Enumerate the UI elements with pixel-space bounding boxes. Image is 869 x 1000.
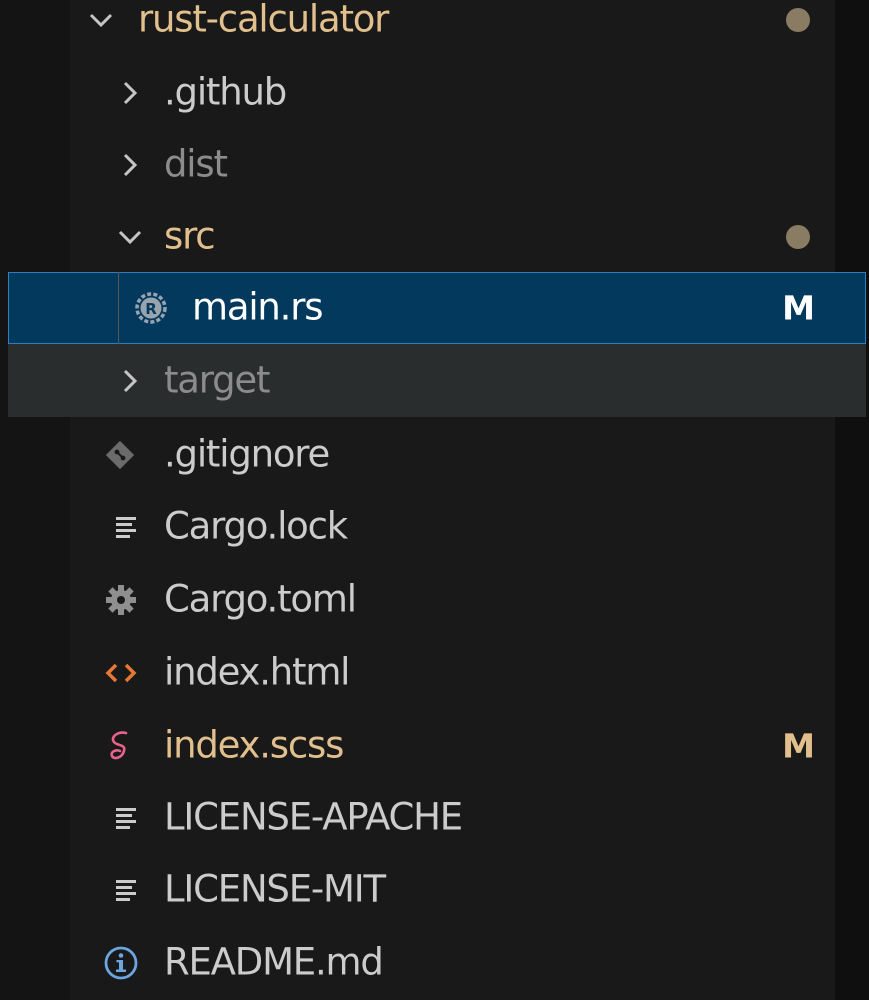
activity-gutter	[0, 0, 70, 1000]
tree-item-license-apache[interactable]: LICENSE-APACHE	[70, 781, 835, 854]
tree-label-dist: dist	[164, 142, 228, 186]
tree-item-src-folder[interactable]: src	[70, 200, 835, 273]
tree-label-src: src	[164, 214, 216, 258]
tree-item-index-scss[interactable]: index.scss M	[70, 709, 835, 782]
sass-icon	[110, 730, 128, 759]
tree-item-index-html[interactable]: index.html	[70, 636, 835, 709]
explorer-scroll-gutter	[835, 0, 869, 1000]
modified-dot	[786, 7, 810, 32]
tree-label-cargo-toml: Cargo.toml	[164, 577, 357, 621]
tree-root-rust-calculator[interactable]: rust-calculator	[70, 0, 835, 56]
tree-item-target-folder[interactable]: target	[8, 344, 866, 417]
tree-item-cargo-toml[interactable]: Cargo.toml	[70, 563, 835, 636]
info-icon	[104, 946, 138, 979]
tree-item-license-mit[interactable]: LICENSE-MIT	[70, 853, 835, 926]
svg-text:R: R	[145, 300, 157, 318]
tree-label-readme-md: README.md	[164, 940, 384, 984]
tree-label-main-rs: main.rs	[192, 285, 323, 329]
chevron-down-icon	[118, 230, 142, 244]
tree-item-main-rs[interactable]: R main.rs M	[8, 272, 866, 344]
tree-label-gitignore: .gitignore	[164, 432, 330, 476]
file-explorer: rust-calculator .github dist src R main.…	[0, 0, 869, 1000]
html-icon	[105, 663, 137, 682]
text-lines-icon	[116, 516, 136, 538]
git-modified-badge: M	[782, 726, 815, 765]
gear-icon	[106, 584, 136, 615]
tree-item-github-folder[interactable]: .github	[70, 56, 835, 129]
tree-label-index-html: index.html	[164, 650, 350, 694]
tree-label-github: .github	[164, 70, 287, 114]
tree-item-gitignore[interactable]: .gitignore	[70, 418, 835, 491]
rust-icon: R	[135, 292, 167, 324]
tree-item-cargo-lock[interactable]: Cargo.lock	[70, 490, 835, 563]
modified-dot	[786, 224, 810, 249]
tree-label-rust-calculator: rust-calculator	[138, 0, 389, 41]
git-modified-badge: M	[782, 288, 815, 328]
tree-label-cargo-lock: Cargo.lock	[164, 504, 348, 548]
git-icon	[105, 440, 135, 469]
tree-label-target: target	[164, 358, 271, 402]
text-lines-icon	[116, 879, 136, 901]
tree-label-license-mit: LICENSE-MIT	[164, 867, 386, 911]
tree-label-license-apache: LICENSE-APACHE	[164, 795, 463, 839]
tree-label-index-scss: index.scss	[164, 723, 344, 767]
tree-item-readme-md[interactable]: README.md	[70, 926, 835, 999]
chevron-right-icon	[123, 81, 138, 104]
chevron-right-icon	[123, 153, 138, 176]
indent-guide	[118, 272, 119, 344]
chevron-right-icon	[123, 369, 138, 392]
tree-item-dist-folder[interactable]: dist	[70, 128, 835, 201]
text-lines-icon	[116, 807, 136, 829]
chevron-down-icon	[89, 13, 113, 27]
